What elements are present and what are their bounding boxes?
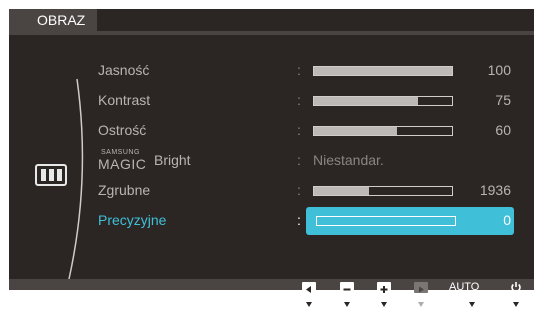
menu-item-label: Jasność: [98, 62, 150, 78]
power-button[interactable]: [510, 280, 522, 294]
fine-slider[interactable]: [316, 216, 456, 226]
plus-icon: [377, 281, 391, 293]
auto-button[interactable]: AUTO: [449, 280, 479, 294]
tab-obraz[interactable]: OBRAZ: [9, 9, 97, 31]
menu-item-contrast[interactable]: Kontrast : 75: [9, 85, 534, 115]
plus-button[interactable]: [377, 280, 391, 294]
enter-button[interactable]: [414, 280, 428, 294]
button-pointer: [418, 302, 424, 307]
menu-item-coarse[interactable]: Zgrubne : 1936: [9, 175, 534, 205]
menu-item-label: Zgrubne: [98, 182, 151, 198]
slider-fill: [314, 127, 397, 135]
menu-item-label: Precyzyjne: [98, 212, 167, 228]
menu-item-brightness[interactable]: Jasność : 100: [9, 55, 534, 85]
sharpness-value: 60: [495, 122, 511, 138]
coarse-slider[interactable]: [313, 186, 453, 196]
menu-item-label: Ostrość: [98, 122, 147, 138]
divider: [9, 31, 534, 35]
sharpness-slider[interactable]: [313, 126, 453, 136]
contrast-value: 75: [495, 92, 511, 108]
button-pointer: [306, 302, 312, 307]
left-arrow-icon: [302, 281, 316, 293]
fine-value: 0: [503, 212, 511, 228]
coarse-value: 1936: [479, 182, 511, 198]
enter-icon: [414, 281, 428, 293]
menu-item-fine[interactable]: Precyzyjne : 0: [9, 205, 534, 235]
button-pointer: [513, 302, 519, 307]
minus-button[interactable]: [340, 280, 354, 294]
slider-fill: [314, 187, 370, 195]
minus-icon: [340, 281, 354, 293]
power-icon: [511, 282, 521, 293]
magic-bright-value: Niestandar.: [313, 152, 384, 168]
button-pointer: [381, 302, 387, 307]
contrast-slider[interactable]: [313, 96, 453, 106]
button-pointer: [344, 302, 350, 307]
button-pointer: [469, 302, 475, 307]
magic-brand: MAGIC: [98, 156, 147, 172]
menu-item-sharpness[interactable]: Ostrość : 60: [9, 115, 534, 145]
menu-item-magic-bright[interactable]: SAMSUNG MAGIC Bright : Niestandar.: [9, 145, 534, 175]
auto-label: AUTO: [449, 281, 480, 293]
menu-item-label: Bright: [154, 152, 191, 168]
menu-item-label: Kontrast: [98, 92, 151, 108]
osd-menu: OBRAZ Jasność : 100 Kontrast : 75 Ostroś…: [9, 9, 534, 290]
slider-fill: [314, 97, 418, 105]
left-button[interactable]: [302, 280, 316, 294]
brightness-slider[interactable]: [313, 66, 453, 76]
slider-fill: [314, 67, 452, 75]
brightness-value: 100: [487, 62, 511, 78]
